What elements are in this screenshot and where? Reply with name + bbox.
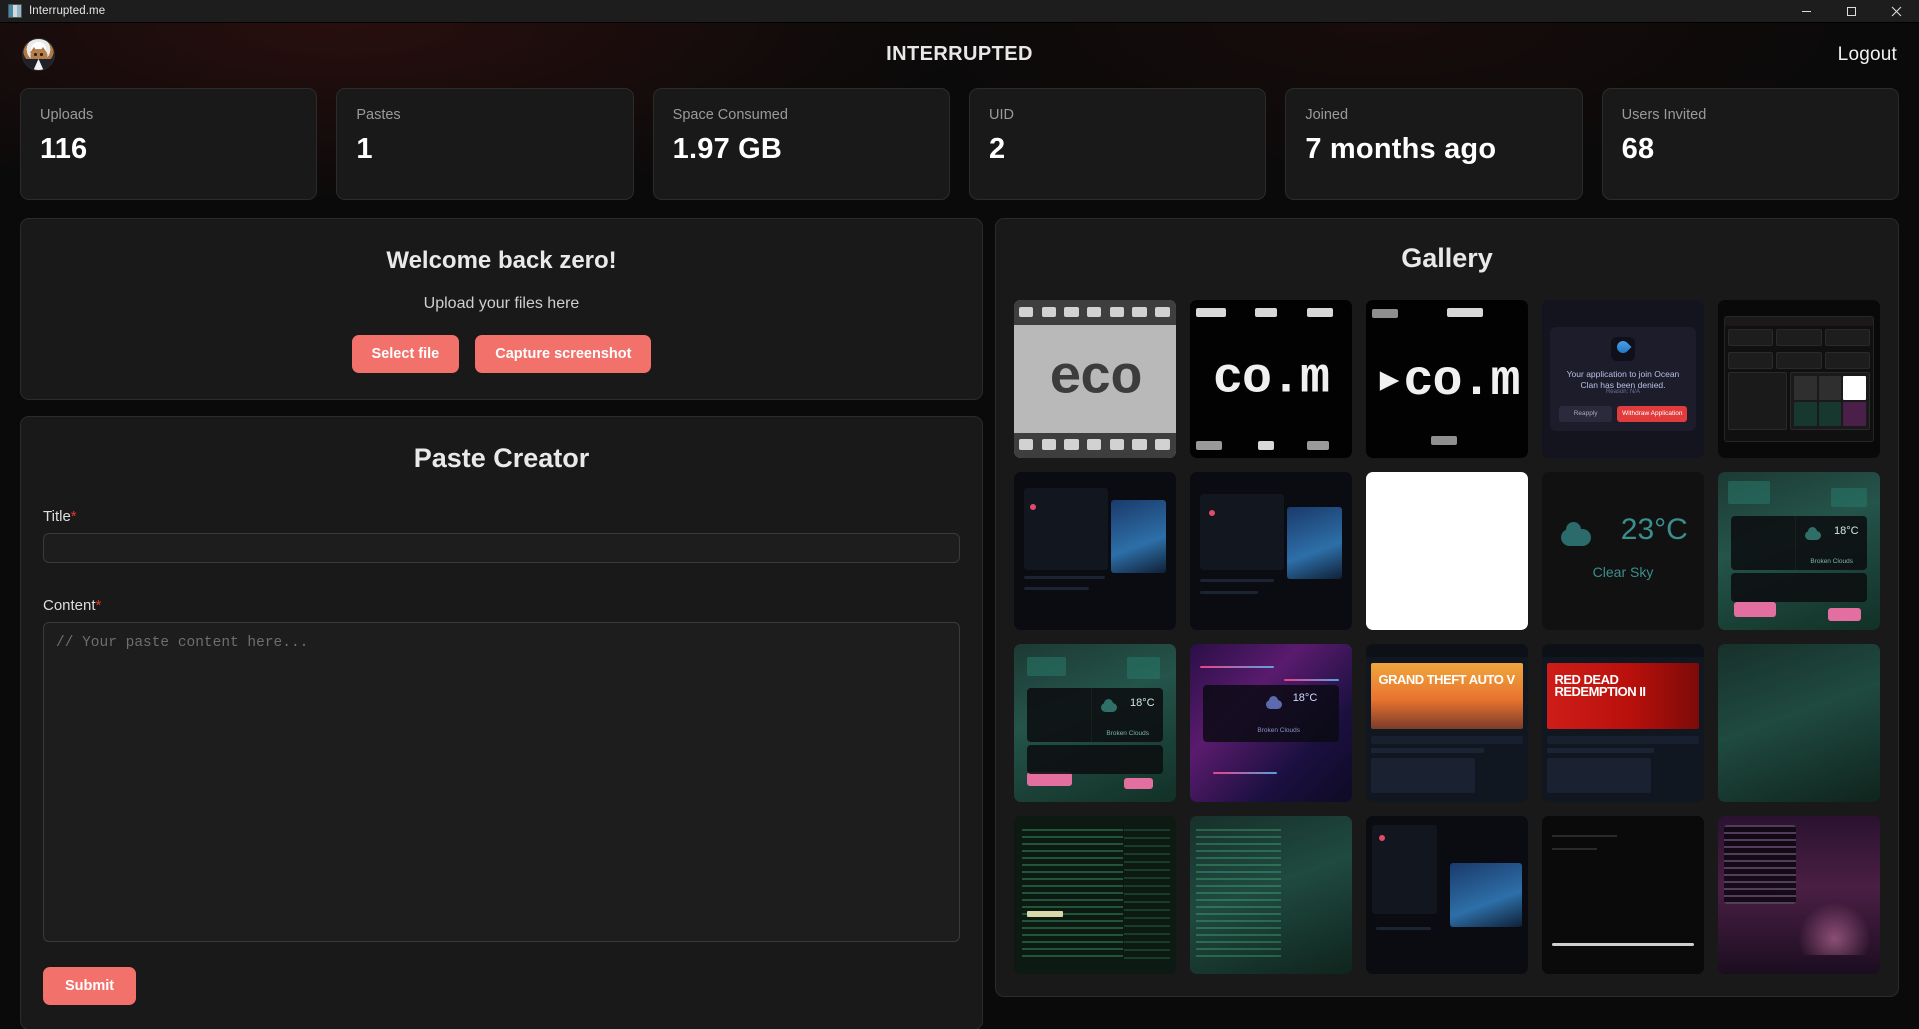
main-content: Welcome back zero! Upload your files her… [0,200,1919,1029]
stat-value: 1 [356,133,373,165]
stat-card-uid: UID 2 [969,88,1267,200]
gallery-item[interactable]: co.m [1190,300,1352,458]
gallery-item-text: co.m [1212,350,1330,408]
gallery-item-text: RED DEAD REDEMPTION II [1554,671,1646,699]
select-file-button[interactable]: Select file [351,335,460,373]
title-field-label: Title* [43,508,960,525]
content-label-text: Content [43,597,96,614]
upload-card: Welcome back zero! Upload your files her… [20,218,983,400]
right-column: Gallery eco co.m ▸co.m Your application … [995,218,1899,997]
gallery-card: Gallery eco co.m ▸co.m Your application … [995,218,1899,997]
required-asterisk: * [95,597,102,614]
page-title: INTERRUPTED [886,43,1033,65]
gallery-item-temperature: 18°C [1833,524,1859,537]
gallery-heading: Gallery [1401,243,1493,273]
capture-screenshot-button[interactable]: Capture screenshot [475,335,652,373]
stat-label: Users Invited [1621,107,1707,123]
left-column: Welcome back zero! Upload your files her… [20,218,983,1029]
paste-creator-card: Paste Creator Title* Content* Submit [20,416,983,1029]
stat-label: Uploads [40,107,94,123]
stat-label: UID [989,107,1014,123]
stat-value: 68 [1621,133,1655,165]
gallery-grid: eco co.m ▸co.m Your application to join … [1014,300,1880,974]
stat-card-joined: Joined 7 months ago [1285,88,1583,200]
stat-label: Joined [1305,107,1349,123]
gallery-item-subtext: Reason: N/A [1605,389,1640,396]
minimize-button[interactable] [1784,0,1829,22]
gallery-item[interactable] [1366,472,1528,630]
cloud-icon [1265,695,1282,709]
gallery-item[interactable] [1718,300,1880,458]
paste-creator-heading: Paste Creator [413,443,590,473]
gallery-item[interactable] [1014,816,1176,974]
welcome-heading: Welcome back zero! [386,247,617,274]
gallery-item[interactable]: 18°C Broken Clouds [1014,644,1176,802]
upload-button-row: Select file Capture screenshot [41,335,962,373]
top-navigation: INTERRUPTED Logout [0,23,1919,86]
gallery-item-temperature: 23°C [1620,513,1688,547]
stats-row: Uploads 116 Pastes 1 Space Consumed 1.97… [0,88,1919,200]
logout-link[interactable]: Logout [1838,44,1897,66]
stat-value: 116 [40,133,88,165]
close-button[interactable] [1874,0,1919,22]
stat-value: 7 months ago [1305,133,1497,165]
page-root: INTERRUPTED Logout Uploads 116 Pastes 1 … [0,23,1919,1029]
title-label-text: Title [43,508,71,525]
stat-card-uploads: Uploads 116 [20,88,318,200]
gallery-item-text: ▸co.m [1374,353,1520,410]
gallery-item[interactable]: ▸co.m [1366,300,1528,458]
gallery-item[interactable]: 18°C Broken Clouds [1190,644,1352,802]
gallery-item[interactable] [1190,816,1352,974]
cloud-icon [1804,527,1821,541]
app-icon [8,4,22,18]
gallery-item-weather-desc: Broken Clouds [1257,727,1301,734]
cloud-icon [1100,699,1117,713]
gallery-item-button-1: Reapply [1558,405,1613,422]
required-asterisk: * [70,508,77,525]
gallery-item-weather-desc: Broken Clouds [1810,557,1853,565]
gallery-item-weather-desc: Broken Clouds [1106,729,1149,737]
gallery-item[interactable]: 23°C Clear Sky [1542,472,1704,630]
gallery-item[interactable] [1366,816,1528,974]
avatar[interactable] [22,38,55,71]
stat-card-space-consumed: Space Consumed 1.97 GB [652,88,950,200]
gallery-item-temperature: 18°C [1292,691,1318,704]
window-controls [1784,0,1919,22]
gallery-item-text: Your application to join Ocean Clan has … [1566,368,1680,391]
content-field-label: Content* [43,597,960,614]
paste-content-textarea[interactable] [43,622,960,942]
gallery-item[interactable] [1718,816,1880,974]
gallery-item[interactable]: eco [1014,300,1176,458]
paste-title-input[interactable] [43,533,960,563]
gallery-item-weather-desc: Clear Sky [1592,563,1654,580]
gallery-item[interactable]: 18°C Broken Clouds [1718,472,1880,630]
stat-label: Space Consumed [672,107,788,123]
water-drop-icon [1610,337,1635,362]
gallery-item[interactable] [1718,644,1880,802]
gallery-item-text: GRAND THEFT AUTO V [1378,671,1515,687]
gallery-item[interactable] [1190,472,1352,630]
stat-card-pastes: Pastes 1 [336,88,634,200]
stat-value: 1.97 GB [672,133,783,165]
maximize-button[interactable] [1829,0,1874,22]
window-title: Interrupted.me [29,5,106,17]
gallery-item[interactable]: RED DEAD REDEMPTION II [1542,644,1704,802]
stat-value: 2 [989,133,1006,165]
gallery-item[interactable] [1542,816,1704,974]
gallery-item[interactable]: Your application to join Ocean Clan has … [1542,300,1704,458]
submit-button[interactable]: Submit [43,967,137,1005]
gallery-item-text: eco [1049,348,1142,410]
stat-card-users-invited: Users Invited 68 [1601,88,1899,200]
upload-subtitle: Upload your files here [423,295,580,312]
gallery-item[interactable]: GRAND THEFT AUTO V [1366,644,1528,802]
stat-label: Pastes [356,107,401,123]
gallery-item[interactable] [1014,472,1176,630]
gallery-item-button-2: Withdraw Application [1617,405,1688,422]
submit-row: Submit [43,967,960,1005]
gallery-item-temperature: 18°C [1129,696,1155,709]
window-titlebar: Interrupted.me [0,0,1919,23]
cloud-icon [1561,521,1592,546]
